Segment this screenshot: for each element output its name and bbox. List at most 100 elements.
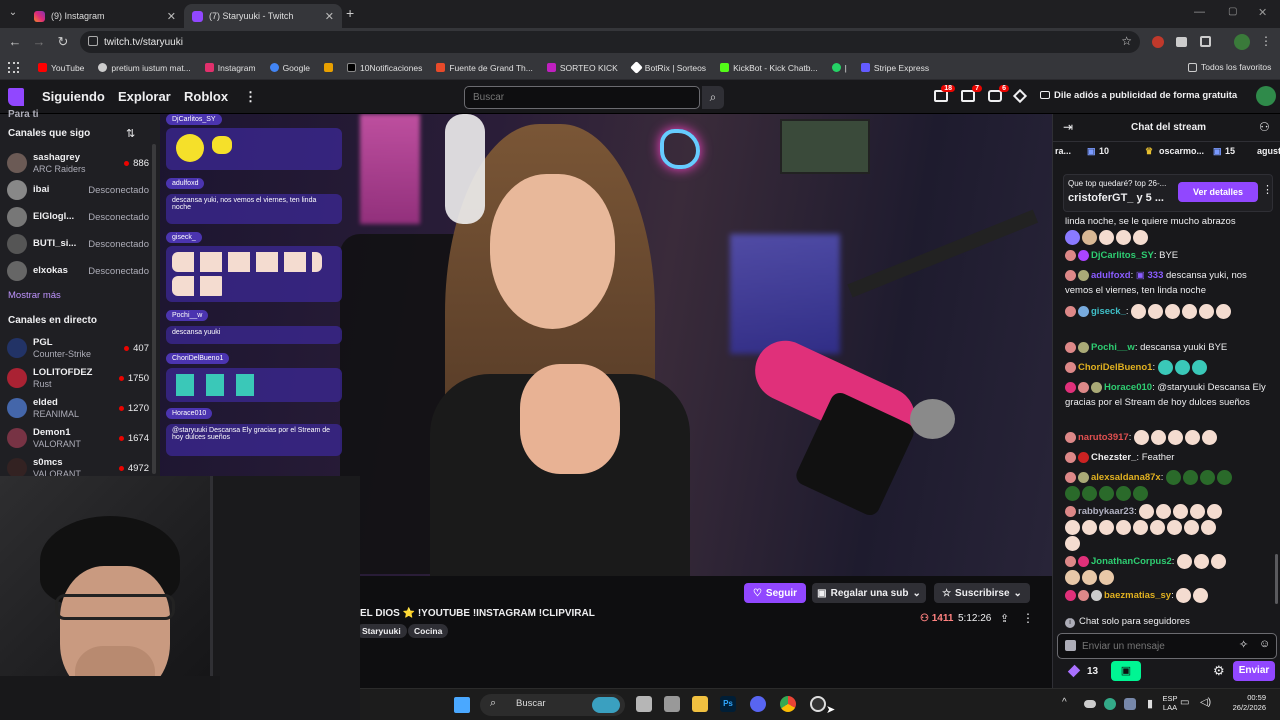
prediction-menu-icon[interactable]: ⋮ (1262, 183, 1273, 196)
chat-scrollbar[interactable] (1275, 554, 1278, 604)
bookmark-kickbot[interactable]: KickBot - Kick Chatb... (720, 63, 818, 73)
sidebar-live-lolitofdez[interactable]: LOLITOFDEZ Rust 1750 (7, 365, 153, 391)
reload-icon[interactable]: ↻ (52, 34, 74, 50)
sidebar-channel-ibai[interactable]: ibai Desconectado (7, 177, 153, 203)
sort-icon[interactable]: ⇅ (126, 127, 135, 140)
sidebar-live-pgl[interactable]: PGL Counter-Strike 407 (7, 335, 153, 361)
close-window-icon[interactable]: ✕ (1258, 6, 1267, 19)
emote-row (172, 276, 226, 296)
subscribe-button[interactable]: ☆ Suscribirse ⌄ (934, 583, 1030, 603)
profile-avatar[interactable] (1234, 34, 1250, 50)
bookmark-unnamed[interactable] (323, 63, 333, 72)
url-field[interactable]: twitch.tv/staryuuki ☆ (80, 31, 1140, 53)
minimize-icon[interactable]: — (1194, 6, 1205, 18)
more-options-icon[interactable]: ⋮ (1022, 611, 1034, 625)
taskbar-search[interactable]: ⌕ Buscar (480, 694, 625, 716)
twitch-logo-icon[interactable] (8, 88, 24, 106)
sidebar-scrollbar[interactable] (152, 144, 156, 474)
sidebar-live-elded[interactable]: elded REANIMAL 1270 (7, 395, 153, 421)
apps-grid-icon[interactable] (8, 62, 19, 73)
send-button[interactable]: Enviar (1233, 661, 1275, 681)
sidebar-channel-elglogl[interactable]: ElGlogl... Desconectado (7, 204, 153, 230)
emote-picker-icon[interactable]: ☺ (1259, 638, 1270, 650)
inbox-icon[interactable]: 18 (934, 85, 955, 102)
tag-staryuuki[interactable]: Staryuuki (356, 624, 407, 638)
channel-points-button[interactable]: ▣ (1111, 661, 1141, 681)
celebrate-icon[interactable]: ✧ (1239, 638, 1248, 651)
extensions-puzzle-icon[interactable] (1200, 36, 1211, 47)
task-view-icon[interactable] (636, 696, 652, 712)
follow-button[interactable]: ♡ Seguir (744, 583, 806, 603)
chat-settings-icon[interactable]: ⚙ (1213, 663, 1225, 679)
forward-icon[interactable]: → (28, 34, 50, 49)
bookmark-youtube[interactable]: YouTube (38, 63, 84, 73)
file-explorer-icon[interactable] (692, 696, 708, 712)
language-indicator[interactable]: ESP LAA (1158, 694, 1182, 712)
bookmark-pretium[interactable]: pretium iustum mat... (98, 63, 191, 73)
site-info-icon[interactable] (88, 36, 98, 46)
bookmark-whatsapp[interactable]: | (831, 63, 847, 73)
tab-list-chevron-icon[interactable]: ⌄ (6, 7, 20, 21)
share-icon[interactable]: ⇪ (1000, 612, 1009, 625)
search-input[interactable] (464, 86, 700, 109)
prime-icon[interactable]: 7 (961, 85, 982, 102)
bookmark-10notificaciones[interactable]: 10Notificaciones (346, 63, 422, 73)
nav-roblox[interactable]: Roblox (184, 89, 228, 104)
gift-sub-button[interactable]: ▣ Regalar una sub ⌄ (812, 583, 926, 603)
volume-icon[interactable]: ◁) (1200, 697, 1211, 708)
tag-cocina[interactable]: Cocina (408, 624, 449, 638)
search-icon[interactable]: ⌕ (702, 86, 724, 109)
nav-browse[interactable]: Explorar (118, 89, 171, 104)
app-icon[interactable] (664, 696, 680, 712)
extension-icon[interactable] (1176, 37, 1187, 47)
close-tab-icon[interactable]: ✕ (325, 10, 334, 23)
bookmark-gta[interactable]: Fuente de Grand Th... (436, 63, 533, 73)
view-details-button[interactable]: Ver detalles (1178, 182, 1258, 202)
back-icon[interactable]: ← (4, 34, 26, 49)
tray-app-icon[interactable] (1104, 698, 1116, 710)
nav-following[interactable]: Siguiendo (42, 89, 105, 104)
chrome-icon[interactable] (780, 696, 796, 712)
tray-chevron-icon[interactable]: ^ (1062, 697, 1067, 708)
community-icon[interactable]: ⚇ (1259, 120, 1270, 134)
bookmark-sorteo-kick[interactable]: SORTEO KICK (546, 63, 618, 73)
new-tab-button[interactable]: + (346, 5, 354, 21)
user-avatar[interactable] (1256, 86, 1276, 106)
photoshop-icon[interactable]: Ps (720, 696, 736, 712)
prediction-banner[interactable]: Que top quedaré? top 26-... cristoferGT_… (1063, 174, 1273, 212)
obs-icon[interactable] (810, 696, 826, 712)
bookmark-botrix[interactable]: BotRix | Sorteos (629, 61, 706, 74)
bookmark-star-icon[interactable]: ☆ (1121, 34, 1132, 48)
sidebar-channel-elxokas[interactable]: elxokas Desconectado (7, 258, 153, 284)
discord-icon[interactable] (750, 696, 766, 712)
show-more-link[interactable]: Mostrar más (8, 290, 61, 301)
bits-icon[interactable] (1067, 664, 1081, 678)
tab-twitch[interactable]: (7) Staryuuki - Twitch ✕ (184, 4, 342, 28)
tray-cloud-icon[interactable] (1084, 700, 1096, 708)
tab-instagram[interactable]: (9) Instagram ✕ (26, 4, 184, 28)
close-tab-icon[interactable]: ✕ (167, 10, 176, 23)
bookmark-stripe[interactable]: Stripe Express (860, 63, 929, 73)
start-button-icon[interactable] (454, 697, 470, 713)
channel-points[interactable]: 13 (1087, 666, 1098, 677)
chat-badge-icon[interactable] (1065, 640, 1076, 651)
whispers-icon[interactable]: 6 (988, 85, 1009, 102)
browser-menu-icon[interactable]: ⋮ (1260, 34, 1272, 48)
collapse-chat-icon[interactable]: ⇥ (1063, 120, 1073, 134)
nav-more-icon[interactable]: ⋮ (244, 89, 257, 105)
network-icon[interactable]: ▭ (1180, 697, 1189, 708)
bits-diamond-icon[interactable] (1012, 88, 1028, 104)
bookmark-instagram[interactable]: Instagram (204, 63, 256, 73)
maximize-icon[interactable]: ▢ (1228, 6, 1237, 17)
ad-free-banner[interactable]: Dile adiós a publicidad de forma gratuit… (1040, 90, 1237, 101)
streamer-face (490, 174, 615, 329)
sidebar-channel-sashagrey[interactable]: sashagrey ARC Raiders 886 (7, 150, 153, 176)
sidebar-live-demon1[interactable]: Demon1 VALORANT 1674 (7, 425, 153, 451)
microphone-icon[interactable]: ▮ (1147, 697, 1153, 710)
all-favorites-folder[interactable]: Todos los favoritos (1188, 62, 1271, 72)
sidebar-channel-buti[interactable]: BUTI_si... Desconectado (7, 231, 153, 257)
extension-icon[interactable] (1152, 36, 1164, 48)
bookmark-google[interactable]: Google (269, 63, 310, 73)
clock[interactable]: 00:59 26/2/2026 (1218, 693, 1266, 713)
tray-app-icon[interactable] (1124, 698, 1136, 710)
